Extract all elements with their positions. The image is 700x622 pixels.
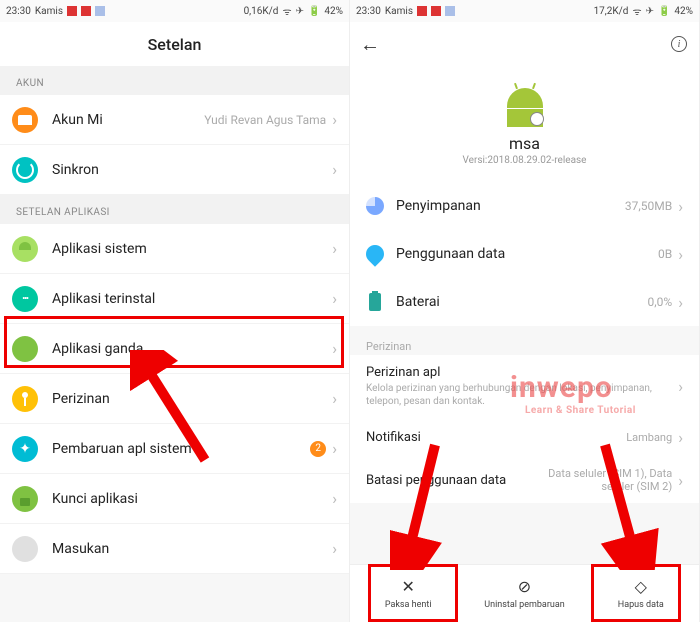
statusbar: 23:30 Kamis 17,2K/d ᯤ ✈ 🔋 42%	[350, 0, 699, 22]
section-header-apps: SETELAN APLIKASI	[0, 195, 349, 224]
status-batt: 42%	[674, 6, 693, 17]
watermark-sub: Learn & Share Tutorial	[525, 405, 636, 416]
android-icon	[12, 236, 38, 262]
row-notifikasi[interactable]: Notifikasi Lambang ›	[350, 418, 699, 457]
chevron-right-icon: ›	[678, 197, 683, 216]
sync-icon	[12, 157, 38, 183]
row-penyimpanan[interactable]: Penyimpanan 37,50MB ›	[350, 182, 699, 230]
row-baterai[interactable]: Baterai 0,0% ›	[350, 278, 699, 326]
notif-icon	[81, 6, 91, 16]
erase-icon: ◇	[635, 577, 647, 596]
phone-right-app-info: 23:30 Kamis 17,2K/d ᯤ ✈ 🔋 42% ← i msa Ve…	[350, 0, 700, 622]
bottom-action-bar: ✕ Paksa henti ⊘ Uninstal pembaruan ◇ Hap…	[350, 564, 699, 622]
lock-icon	[12, 486, 38, 512]
status-day: Kamis	[385, 6, 413, 17]
wifi-icon: ᯤ	[632, 4, 641, 18]
titlebar: ← i	[350, 22, 699, 66]
chevron-right-icon: ›	[332, 439, 337, 458]
feedback-icon	[12, 536, 38, 562]
mi-account-icon	[12, 107, 38, 133]
chevron-right-icon: ›	[678, 471, 683, 490]
row-sinkron[interactable]: Sinkron ›	[0, 145, 349, 195]
airplane-icon: ✈	[296, 6, 304, 17]
row-kunci-aplikasi[interactable]: Kunci aplikasi ›	[0, 474, 349, 524]
close-icon: ✕	[401, 577, 414, 596]
chevron-right-icon: ›	[678, 377, 683, 396]
installed-apps-icon	[12, 286, 38, 312]
row-aplikasi-sistem[interactable]: Aplikasi sistem ›	[0, 224, 349, 274]
row-batasi-data[interactable]: Batasi penggunaan data Data seluler (SIM…	[350, 457, 699, 503]
updater-icon	[12, 436, 38, 462]
status-time: 23:30	[6, 6, 31, 17]
watermark: inwepo	[510, 370, 613, 405]
chevron-right-icon: ›	[332, 289, 337, 308]
app-name: msa	[350, 134, 699, 153]
action-paksa-henti[interactable]: ✕ Paksa henti	[350, 565, 466, 622]
status-time: 23:30	[356, 6, 381, 17]
wifi-icon: ᯤ	[282, 4, 291, 18]
back-button[interactable]: ←	[360, 32, 380, 57]
chevron-right-icon: ›	[332, 389, 337, 408]
notif-icon	[431, 6, 441, 16]
notif-icon	[67, 6, 77, 16]
chevron-right-icon: ›	[678, 428, 683, 447]
row-perizinan[interactable]: Perizinan ›	[0, 374, 349, 424]
notif-icon	[445, 6, 455, 16]
chevron-right-icon: ›	[332, 160, 337, 179]
row-aplikasi-ganda[interactable]: Aplikasi ganda ›	[0, 324, 349, 374]
status-day: Kamis	[35, 6, 63, 17]
data-usage-icon	[362, 241, 387, 266]
chevron-right-icon: ›	[332, 339, 337, 358]
section-header-akun: AKUN	[0, 66, 349, 95]
status-batt: 42%	[324, 6, 343, 17]
app-header: msa Versi:2018.08.29.02-release	[350, 66, 699, 182]
dual-apps-icon	[12, 336, 38, 362]
notif-icon	[95, 6, 105, 16]
chevron-right-icon: ›	[332, 239, 337, 258]
prohibit-icon: ⊘	[518, 577, 531, 596]
chevron-right-icon: ›	[678, 245, 683, 264]
row-penggunaan-data[interactable]: Penggunaan data 0B ›	[350, 230, 699, 278]
update-badge: 2	[310, 441, 326, 457]
battery-icon: 🔋	[658, 6, 670, 17]
storage-icon	[366, 197, 384, 215]
notif-icon	[417, 6, 427, 16]
battery-row-icon	[369, 293, 381, 311]
section-header-perizinan: Perizinan	[350, 326, 699, 355]
app-icon	[502, 82, 548, 128]
app-version: Versi:2018.08.29.02-release	[350, 155, 699, 166]
row-pembaruan-apl[interactable]: Pembaruan apl sistem 2 ›	[0, 424, 349, 474]
info-button[interactable]: i	[671, 36, 687, 52]
battery-icon: 🔋	[308, 6, 320, 17]
chevron-right-icon: ›	[678, 293, 683, 312]
statusbar: 23:30 Kamis 0,16K/d ᯤ ✈ 🔋 42%	[0, 0, 349, 22]
row-aplikasi-terinstal[interactable]: Aplikasi terinstal ›	[0, 274, 349, 324]
row-masukan[interactable]: Masukan ›	[0, 524, 349, 574]
phone-left-settings: 23:30 Kamis 0,16K/d ᯤ ✈ 🔋 42% Setelan AK…	[0, 0, 350, 622]
row-akun-mi[interactable]: Akun Mi Yudi Revan Agus Tama ›	[0, 95, 349, 145]
action-uninstal-pembaruan[interactable]: ⊘ Uninstal pembaruan	[466, 565, 582, 622]
status-speed: 17,2K/d	[594, 6, 629, 17]
chevron-right-icon: ›	[332, 539, 337, 558]
page-title: Setelan	[0, 22, 349, 66]
permissions-icon	[12, 386, 38, 412]
chevron-right-icon: ›	[332, 489, 337, 508]
status-speed: 0,16K/d	[244, 6, 279, 17]
chevron-right-icon: ›	[332, 110, 337, 129]
airplane-icon: ✈	[646, 6, 654, 17]
action-hapus-data[interactable]: ◇ Hapus data	[583, 565, 699, 622]
